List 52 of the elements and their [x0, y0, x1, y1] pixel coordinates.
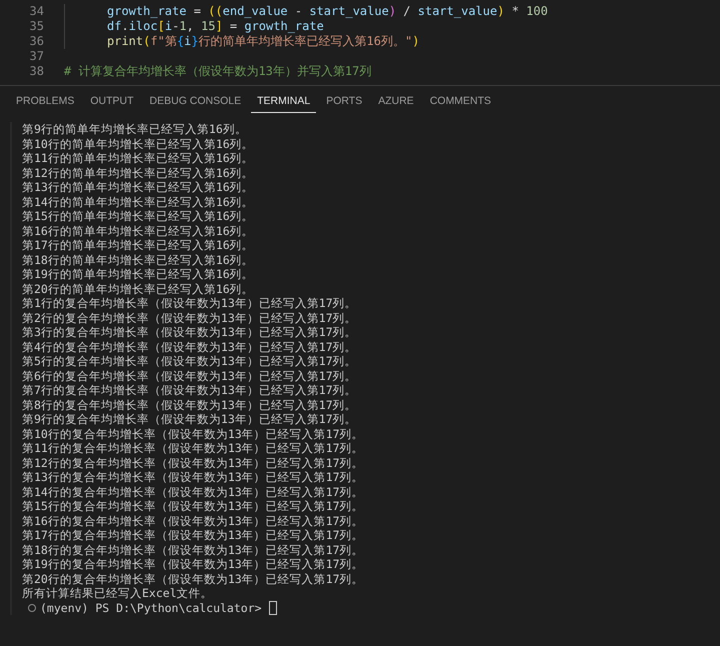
terminal-output-line: 第19行的复合年均增长率（假设年数为13年）已经写入第17列。 — [22, 557, 364, 572]
terminal-output-line: 第16行的复合年均增长率（假设年数为13年）已经写入第17列。 — [22, 514, 364, 528]
line-number: 38 — [28, 64, 45, 79]
terminal-output-line: 第6行的复合年均增长率（假设年数为13年）已经写入第17列。 — [22, 368, 358, 383]
terminal-output-line: 第9行的简单年均增长率已经写入第16列。 — [22, 122, 248, 136]
terminal-output-line: 第3行的复合年均增长率（假设年数为13年）已经写入第17列。 — [22, 325, 358, 340]
line-number: 36 — [28, 34, 45, 49]
code-text: # 计算复合年均增长率（假设年数为13年）并写入第17列 — [64, 64, 372, 79]
terminal-output-line: 第11行的复合年均增长率（假设年数为13年）已经写入第17列。 — [22, 441, 364, 456]
terminal-output-line: 第14行的简单年均增长率已经写入第16列。 — [22, 194, 255, 209]
terminal-output-line: 第12行的复合年均增长率（假设年数为13年）已经写入第17列。 — [22, 456, 364, 470]
code-text: growth_rate = ((end_value - start_value) / start_value) * 100 — [107, 4, 548, 19]
panel-tab[interactable]: AZURE — [372, 89, 420, 113]
panel-tab[interactable]: PORTS — [320, 89, 368, 113]
terminal-output-line: 第13行的简单年均增长率已经写入第16列。 — [22, 180, 255, 194]
terminal-output-line: 所有计算结果已经写入Excel文件。 — [22, 586, 214, 600]
terminal-output-line: 第18行的复合年均增长率（假设年数为13年）已经写入第17列。 — [22, 542, 364, 557]
line-number: 34 — [28, 4, 45, 19]
terminal-output-line: 第1行的复合年均增长率（假设年数为13年）已经写入第17列。 — [22, 296, 358, 310]
terminal-output-line: 第10行的简单年均增长率已经写入第16列。 — [22, 136, 255, 151]
terminal-output-line: 第13行的复合年均增长率（假设年数为13年）已经写入第17列。 — [22, 470, 364, 484]
terminal-output-line: 第8行的复合年均增长率（假设年数为13年）已经写入第17列。 — [22, 398, 358, 412]
panel-tab[interactable]: DEBUG CONSOLE — [144, 89, 248, 113]
terminal-output-line: 第11行的简单年均增长率已经写入第16列。 — [22, 151, 255, 166]
circle-icon — [28, 604, 36, 612]
panel-tab[interactable]: TERMINAL — [251, 89, 316, 113]
cursor-icon — [268, 600, 277, 615]
terminal-output-line: 第15行的复合年均增长率（假设年数为13年）已经写入第17列。 — [22, 499, 364, 514]
panel-tab[interactable]: COMMENTS — [424, 89, 498, 113]
terminal-prompt: (myenv) PS D:\Python\calculator> — [40, 600, 262, 615]
terminal-output-line: 第20行的复合年均增长率（假设年数为13年）已经写入第17列。 — [22, 572, 364, 586]
terminal-output-line: 第20行的简单年均增长率已经写入第16列。 — [22, 282, 255, 296]
terminal-output-line: 第7行的复合年均增长率（假设年数为13年）已经写入第17列。 — [22, 383, 358, 398]
code-text: df.iloc[i-1, 15] = growth_rate — [107, 19, 324, 34]
terminal-output-line: 第18行的简单年均增长率已经写入第16列。 — [22, 252, 255, 267]
terminal-output-line: 第17行的简单年均增长率已经写入第16列。 — [22, 238, 255, 252]
terminal-output-line: 第12行的简单年均增长率已经写入第16列。 — [22, 166, 255, 180]
code-text: print(f"第{i}行的简单年均增长率已经写入第16列。") — [107, 34, 420, 49]
terminal-output-line: 第15行的简单年均增长率已经写入第16列。 — [22, 209, 255, 224]
terminal-output-line: 第14行的复合年均增长率（假设年数为13年）已经写入第17列。 — [22, 484, 364, 499]
terminal-output-line: 第4行的复合年均增长率（假设年数为13年）已经写入第17列。 — [22, 340, 358, 354]
panel-tab[interactable]: OUTPUT — [84, 89, 140, 113]
terminal-output-line: 第16行的简单年均增长率已经写入第16列。 — [22, 224, 255, 238]
line-number: 35 — [28, 19, 45, 34]
terminal-output-line: 第19行的简单年均增长率已经写入第16列。 — [22, 267, 255, 282]
terminal-output-line: 第17行的复合年均增长率（假设年数为13年）已经写入第17列。 — [22, 528, 364, 542]
panel-tab[interactable]: PROBLEMS — [10, 89, 80, 113]
terminal-output-line: 第2行的复合年均增长率（假设年数为13年）已经写入第17列。 — [22, 310, 358, 325]
terminal-output-line: 第5行的复合年均增长率（假设年数为13年）已经写入第17列。 — [22, 354, 358, 368]
terminal-output-line: 第9行的复合年均增长率（假设年数为13年）已经写入第17列。 — [22, 412, 358, 426]
terminal-output-line: 第10行的复合年均增长率（假设年数为13年）已经写入第17列。 — [22, 426, 364, 441]
line-number: 37 — [28, 49, 45, 64]
